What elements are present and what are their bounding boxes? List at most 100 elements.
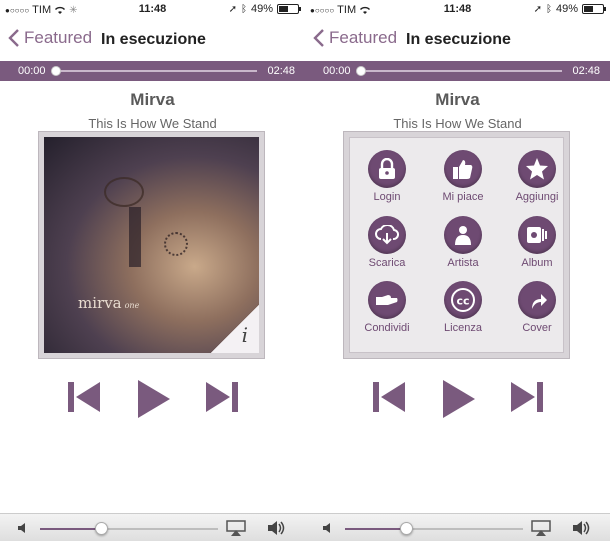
battery-icon: [582, 4, 606, 14]
song-title: This Is How We Stand: [393, 116, 522, 131]
total-time: 02:48: [572, 65, 600, 77]
battery-icon: [277, 4, 301, 14]
playback-progress: 00:00 02:48: [305, 61, 610, 81]
play-button[interactable]: [138, 380, 170, 418]
artist-name: Mirva: [435, 90, 480, 109]
volume-knob[interactable]: [399, 522, 413, 535]
back-label: Featured: [329, 28, 398, 47]
menu-item-login[interactable]: Login: [352, 150, 422, 203]
play-button[interactable]: [443, 380, 475, 418]
back-button[interactable]: Featured: [313, 28, 397, 48]
progress-knob[interactable]: [356, 66, 366, 76]
album-cover: mirva one i: [44, 137, 259, 353]
play-icon: [443, 380, 475, 418]
thumbs-up-icon: [444, 150, 482, 188]
bluetooth-icon: ᛒ: [240, 3, 247, 15]
back-button[interactable]: Featured: [8, 28, 92, 48]
menu-item-share[interactable]: Condividi: [352, 281, 422, 334]
airplay-icon[interactable]: [531, 520, 551, 536]
svg-text:cc: cc: [456, 295, 469, 308]
menu-label: Album: [521, 257, 553, 269]
chevron-left-icon: [313, 29, 324, 47]
skip-previous-icon: [68, 382, 100, 412]
menu-frame: Login Mi piace Aggiungi Scarica Artista …: [343, 131, 570, 359]
volume-bar: [305, 513, 610, 541]
total-time: 02:48: [267, 65, 295, 77]
cover-artist-text: mirva one: [78, 294, 139, 312]
volume-knob[interactable]: [94, 522, 108, 535]
status-bar: ●○○○○ TIM 11:48 ➚ ᛒ 49%: [305, 0, 610, 20]
previous-button[interactable]: [68, 380, 100, 414]
current-time: 00:00: [323, 65, 351, 77]
menu-label: Licenza: [444, 322, 482, 334]
play-icon: [138, 380, 170, 418]
volume-low-icon: [323, 523, 330, 533]
bluetooth-icon: ᛒ: [545, 3, 552, 15]
cover-post-shape: [129, 207, 141, 267]
song-title: This Is How We Stand: [88, 116, 217, 131]
skip-next-icon: [511, 382, 543, 412]
cloud-download-icon: [368, 216, 406, 254]
location-arrow-icon: ➚: [228, 3, 237, 15]
status-right: ➚ ᛒ 49%: [533, 3, 606, 15]
nav-bar: Featured In esecuzione: [305, 24, 610, 56]
cover-flower-shape: [164, 232, 188, 256]
menu-item-album[interactable]: Album: [502, 216, 572, 269]
volume-high-icon: [573, 521, 590, 535]
skip-next-icon: [206, 382, 238, 412]
menu-label: Artista: [447, 257, 479, 269]
cover-frame: mirva one i: [38, 131, 265, 359]
menu-label: Aggiungi: [515, 191, 559, 203]
menu-item-license[interactable]: cc Licenza: [428, 281, 498, 334]
person-icon: [444, 216, 482, 254]
menu-item-artist[interactable]: Artista: [428, 216, 498, 269]
lock-icon: [368, 150, 406, 188]
volume-high-icon: [268, 521, 285, 535]
menu-item-cover[interactable]: Cover: [502, 281, 572, 334]
menu-item-download[interactable]: Scarica: [352, 216, 422, 269]
previous-button[interactable]: [373, 380, 405, 414]
page-title: In esecuzione: [101, 31, 206, 48]
volume-slider[interactable]: [345, 522, 523, 535]
progress-track[interactable]: [356, 66, 562, 76]
next-button[interactable]: [511, 380, 543, 414]
airplay-icon[interactable]: [226, 520, 246, 536]
battery-percent: 49%: [555, 3, 578, 15]
menu-label: Login: [373, 191, 401, 203]
next-button[interactable]: [206, 380, 238, 414]
phone-now-playing-menu: ●○○○○ TIM 11:48 ➚ ᛒ 49% Featured In esec…: [305, 0, 610, 541]
progress-track[interactable]: [51, 66, 257, 76]
volume-slider[interactable]: [40, 522, 218, 535]
location-arrow-icon: ➚: [533, 3, 542, 15]
share-hand-icon: [368, 281, 406, 319]
info-icon[interactable]: i: [242, 323, 248, 347]
volume-bar: [0, 513, 305, 541]
skip-previous-icon: [373, 382, 405, 412]
playback-progress: 00:00 02:48: [0, 61, 305, 81]
cover-album-word: one: [124, 301, 140, 310]
cc-license-icon: cc: [444, 281, 482, 319]
info-corner[interactable]: [211, 305, 259, 353]
back-label: Featured: [24, 28, 93, 47]
status-bar: ●○○○○ TIM ✳ 11:48 ➚ ᛒ 49%: [0, 0, 305, 20]
menu-label: Cover: [522, 322, 552, 334]
progress-knob[interactable]: [51, 66, 61, 76]
nav-bar: Featured In esecuzione: [0, 24, 305, 56]
star-icon: [518, 150, 556, 188]
menu-item-add[interactable]: Aggiungi: [502, 150, 572, 203]
menu-label: Mi piace: [442, 191, 484, 203]
page-title: In esecuzione: [406, 31, 511, 48]
status-right: ➚ ᛒ 49%: [228, 3, 301, 15]
menu-label: Condividi: [364, 322, 410, 334]
action-menu: Login Mi piace Aggiungi Scarica Artista …: [349, 137, 564, 353]
menu-item-like[interactable]: Mi piace: [428, 150, 498, 203]
cover-lamp-shape: [104, 177, 144, 207]
chevron-left-icon: [8, 29, 19, 47]
current-time: 00:00: [18, 65, 46, 77]
battery-percent: 49%: [250, 3, 273, 15]
cover-arrow-icon: [518, 281, 556, 319]
screenshot-stage: ●○○○○ TIM ✳ 11:48 ➚ ᛒ 49% Featured In es…: [0, 0, 610, 541]
menu-label: Scarica: [368, 257, 406, 269]
phone-now-playing-cover: ●○○○○ TIM ✳ 11:48 ➚ ᛒ 49% Featured In es…: [0, 0, 305, 541]
volume-low-icon: [18, 523, 25, 533]
